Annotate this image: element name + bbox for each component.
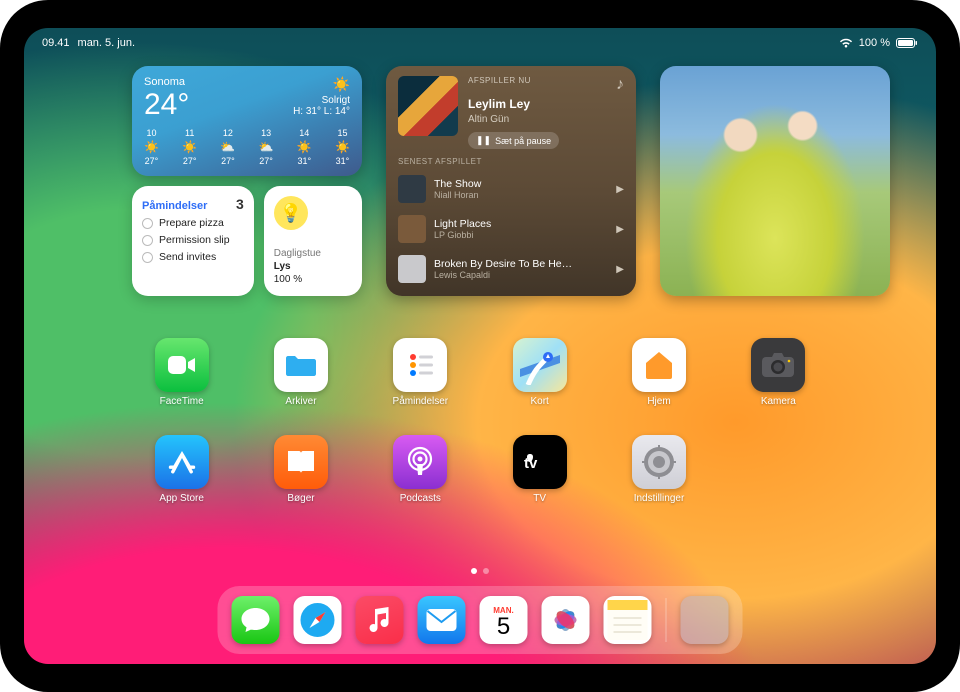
track-art — [398, 175, 426, 203]
books-icon — [274, 435, 328, 489]
dock-separator — [666, 598, 667, 642]
app-grid: FaceTime Arkiver Påmindelser Kort Hjem K… — [132, 338, 828, 504]
app-facetime[interactable]: FaceTime — [132, 338, 231, 407]
dock-app-library[interactable] — [681, 596, 729, 644]
dock-music[interactable] — [356, 596, 404, 644]
dock: MAN. 5 — [218, 586, 743, 654]
app-maps[interactable]: Kort — [490, 338, 589, 407]
appstore-icon — [155, 435, 209, 489]
play-icon[interactable]: ▶ — [616, 184, 624, 195]
sun-icon: ☀️ — [293, 76, 350, 93]
weather-location: Sonoma — [144, 76, 189, 88]
reminder-item[interactable]: Prepare pizza — [142, 217, 244, 229]
home-widget[interactable]: 💡 Dagligstue Lys 100 % — [264, 186, 362, 296]
track-art — [398, 215, 426, 243]
app-reminders[interactable]: Påmindelser — [371, 338, 470, 407]
reminder-item[interactable]: Send invites — [142, 251, 244, 263]
home-screen: 09.41 man. 5. jun. 100 % — [24, 28, 936, 664]
page-indicator[interactable] — [471, 568, 489, 574]
weather-temp: 24° — [144, 90, 189, 120]
wifi-icon — [839, 38, 853, 48]
music-widget[interactable]: AFSPILLER NU ♪ Leylim Ley Altin Gün ❚❚ S… — [386, 66, 636, 296]
page-dot — [483, 568, 489, 574]
weather-condition: Solrigt — [293, 95, 350, 106]
music-note-icon: ♪ — [616, 76, 624, 94]
circle-icon — [142, 218, 153, 229]
recent-track[interactable]: The ShowNiall Horan ▶ — [398, 172, 624, 206]
album-art — [398, 76, 458, 136]
photos-widget[interactable] — [660, 66, 890, 296]
tv-icon: tv — [513, 435, 567, 489]
app-camera[interactable]: Kamera — [729, 338, 828, 407]
weather-widget[interactable]: Sonoma 24° ☀️ Solrigt H: 31° L: 14° 10☀️… — [132, 66, 362, 176]
dock-photos[interactable] — [542, 596, 590, 644]
settings-icon — [632, 435, 686, 489]
circle-icon — [142, 235, 153, 246]
app-podcasts[interactable]: Podcasts — [371, 435, 470, 504]
app-settings[interactable]: Indstillinger — [609, 435, 708, 504]
reminders-widget[interactable]: Påmindelser 3 Prepare pizza Permission s… — [132, 186, 254, 296]
app-books[interactable]: Bøger — [251, 435, 350, 504]
home-icon — [632, 338, 686, 392]
recent-label: SENEST AFSPILLET — [398, 157, 624, 166]
app-home[interactable]: Hjem — [609, 338, 708, 407]
camera-icon — [751, 338, 805, 392]
home-accessory: Lys — [274, 260, 352, 273]
track-art — [398, 255, 426, 283]
recent-track[interactable]: Light PlacesLP Giobbi ▶ — [398, 212, 624, 246]
status-time: 09.41 — [42, 37, 70, 49]
now-playing-title: Leylim Ley — [468, 97, 624, 111]
weather-hourly: 10☀️27° 11☀️27° 12⛅27° 13⛅27° 14☀️31° 15… — [144, 128, 350, 166]
play-icon[interactable]: ▶ — [616, 224, 624, 235]
reminders-count: 3 — [236, 196, 244, 212]
lightbulb-icon: 💡 — [274, 196, 308, 230]
app-appstore[interactable]: App Store — [132, 435, 231, 504]
dock-calendar[interactable]: MAN. 5 — [480, 596, 528, 644]
dock-messages[interactable] — [232, 596, 280, 644]
now-playing-label: AFSPILLER NU — [468, 76, 531, 85]
calendar-day: 5 — [497, 615, 510, 639]
maps-icon — [513, 338, 567, 392]
status-battery-pct: 100 % — [859, 37, 890, 49]
reminder-item[interactable]: Permission slip — [142, 234, 244, 246]
podcasts-icon — [393, 435, 447, 489]
app-tv[interactable]: tv TV — [490, 435, 589, 504]
status-date: man. 5. jun. — [78, 37, 135, 49]
home-pct: 100 % — [274, 273, 352, 286]
facetime-icon — [155, 338, 209, 392]
files-icon — [274, 338, 328, 392]
dock-safari[interactable] — [294, 596, 342, 644]
reminders-icon — [393, 338, 447, 392]
weather-hilo: H: 31° L: 14° — [293, 106, 350, 117]
app-files[interactable]: Arkiver — [251, 338, 350, 407]
play-icon[interactable]: ▶ — [616, 264, 624, 275]
circle-icon — [142, 252, 153, 263]
widgets-area: Sonoma 24° ☀️ Solrigt H: 31° L: 14° 10☀️… — [132, 66, 890, 296]
battery-icon — [896, 38, 918, 48]
dock-notes[interactable] — [604, 596, 652, 644]
page-dot — [471, 568, 477, 574]
device-frame: 09.41 man. 5. jun. 100 % — [0, 0, 960, 692]
pause-button[interactable]: ❚❚ Sæt på pause — [468, 132, 559, 149]
dock-mail[interactable] — [418, 596, 466, 644]
recent-track[interactable]: Broken By Desire To Be He…Lewis Capaldi … — [398, 252, 624, 286]
status-bar: 09.41 man. 5. jun. 100 % — [24, 34, 936, 52]
reminders-title: Påmindelser — [142, 200, 207, 212]
pause-icon: ❚❚ — [476, 135, 491, 146]
home-room: Dagligstue — [274, 247, 352, 260]
now-playing-artist: Altin Gün — [468, 114, 624, 125]
